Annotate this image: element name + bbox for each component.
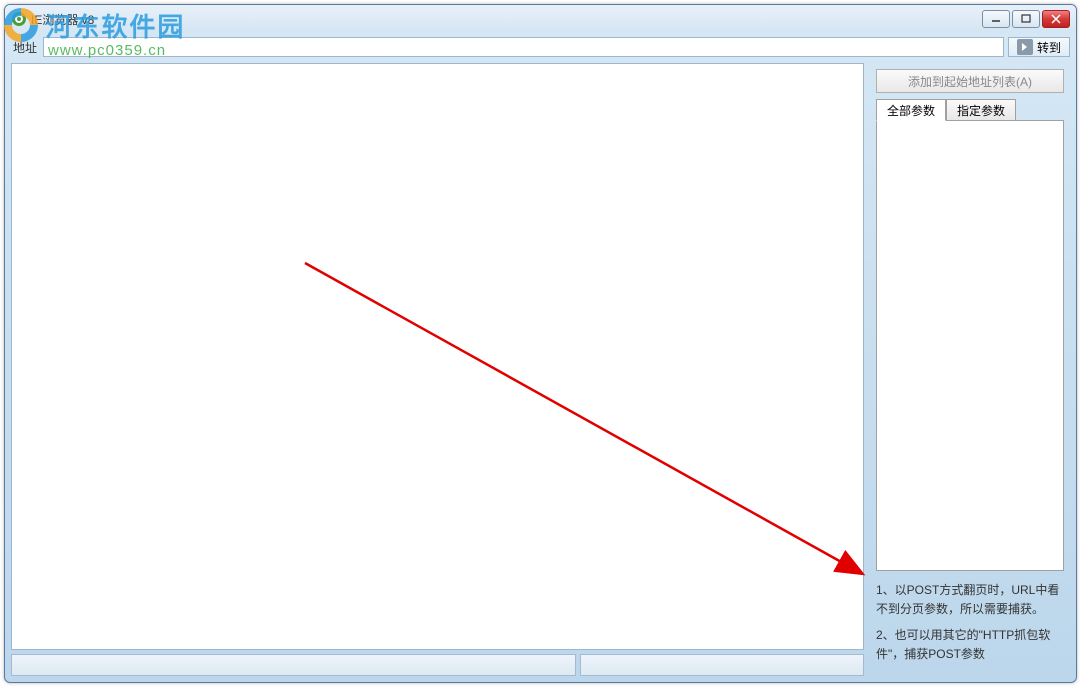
tabs-header: 全部参数 指定参数 (876, 99, 1064, 121)
address-input[interactable] (43, 37, 1004, 57)
status-right-panel (580, 654, 864, 676)
app-icon (11, 11, 27, 27)
address-bar: 地址 转到 (11, 35, 1070, 59)
status-left-panel (11, 654, 576, 676)
params-tabs: 全部参数 指定参数 (876, 99, 1064, 571)
maximize-button[interactable] (1012, 10, 1040, 28)
content-area: 添加到起始地址列表(A) 全部参数 指定参数 1、以POST方式翻页时，URL中… (11, 63, 1070, 676)
go-arrow-icon (1017, 39, 1033, 55)
tab-specified-params[interactable]: 指定参数 (946, 99, 1016, 121)
go-label: 转到 (1037, 39, 1061, 56)
hint-line-2: 2、也可以用其它的"HTTP抓包软件"，捕获POST参数 (876, 626, 1064, 664)
window-controls (982, 10, 1070, 28)
status-bar (11, 654, 864, 676)
window-title: IE浏览器 v8 (31, 11, 982, 28)
titlebar[interactable]: IE浏览器 v8 (5, 5, 1076, 33)
hint-text: 1、以POST方式翻页时，URL中看不到分页参数，所以需要捕获。 2、也可以用其… (876, 581, 1064, 670)
go-button[interactable]: 转到 (1008, 37, 1070, 57)
minimize-button[interactable] (982, 10, 1010, 28)
params-list[interactable] (876, 120, 1064, 571)
hint-line-1: 1、以POST方式翻页时，URL中看不到分页参数，所以需要捕获。 (876, 581, 1064, 619)
main-panel (11, 63, 864, 676)
add-to-startlist-button[interactable]: 添加到起始地址列表(A) (876, 69, 1064, 93)
close-button[interactable] (1042, 10, 1070, 28)
browser-viewport[interactable] (11, 63, 864, 650)
address-label: 地址 (11, 39, 39, 56)
app-window: IE浏览器 v8 地址 转到 (4, 4, 1077, 683)
side-panel: 添加到起始地址列表(A) 全部参数 指定参数 1、以POST方式翻页时，URL中… (870, 63, 1070, 676)
tab-all-params[interactable]: 全部参数 (876, 99, 946, 121)
